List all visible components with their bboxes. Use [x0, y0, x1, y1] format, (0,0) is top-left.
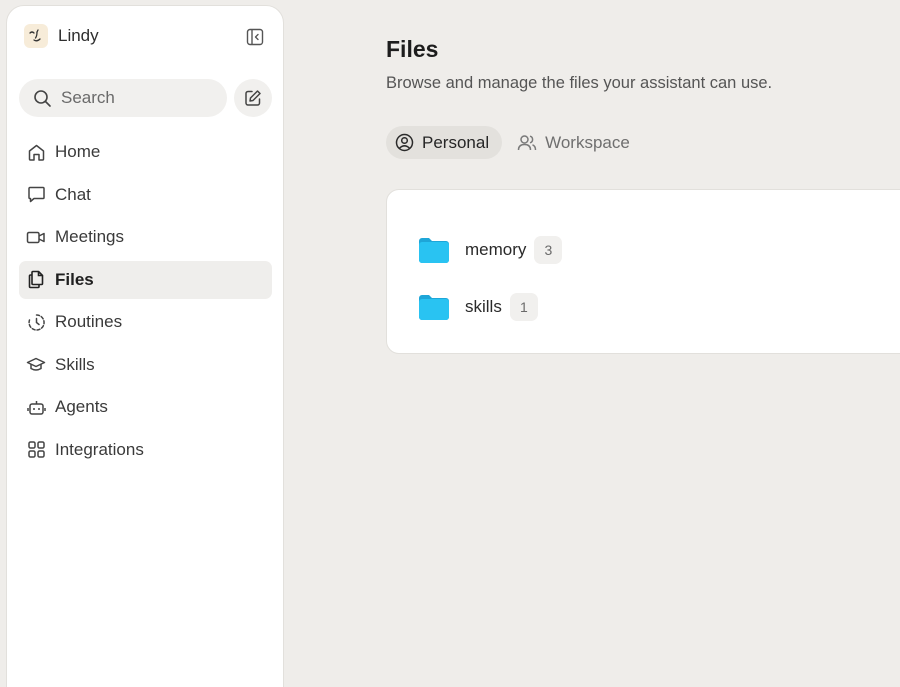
sidebar-item-label: Integrations: [55, 439, 144, 459]
sidebar-collapse-icon: [246, 28, 264, 46]
video-icon: [26, 227, 46, 247]
sidebar-item-meetings[interactable]: Meetings: [19, 218, 272, 256]
folder-row-memory[interactable]: memory 3: [417, 235, 563, 265]
file-count-badge: 1: [509, 293, 538, 321]
routine-icon: [26, 312, 46, 332]
sidebar-item-home[interactable]: Home: [19, 133, 272, 171]
home-icon: [26, 142, 46, 162]
sidebar-nav: Home Chat Meetings Files Routines Skills…: [19, 133, 272, 473]
sidebar-item-label: Meetings: [55, 227, 124, 246]
sidebar-item-agents[interactable]: Agents: [19, 388, 272, 426]
sidebar-item-label: Agents: [55, 397, 108, 416]
robot-icon: [26, 397, 46, 417]
chat-icon: [26, 185, 46, 205]
page-subtitle: Browse and manage the files your assista…: [386, 74, 773, 92]
tab-label: Personal: [422, 132, 490, 152]
file-list: memory 3 skills 1: [386, 189, 900, 354]
sidebar-item-label: Skills: [55, 354, 95, 374]
folder-name: skills: [465, 297, 502, 316]
scope-tabs: Personal Workspace: [386, 126, 643, 159]
sidebar-item-label: Files: [55, 269, 94, 289]
sidebar-item-label: Home: [55, 142, 101, 161]
sidebar-item-integrations[interactable]: Integrations: [19, 431, 272, 469]
folder-name: memory: [465, 240, 527, 259]
compose-icon: [245, 90, 261, 106]
file-count-badge: 3: [534, 236, 563, 264]
folder-icon: [419, 238, 449, 263]
new-chat-button[interactable]: [234, 79, 272, 117]
app-window: Lindy Search Home Chat Meetings Files Ro…: [0, 0, 900, 687]
lindy-logo-icon: [24, 24, 48, 48]
folder-row-skills[interactable]: skills 1: [417, 292, 538, 322]
grid-icon: [26, 440, 46, 460]
users-icon: [517, 135, 537, 151]
search-input[interactable]: Search: [19, 79, 227, 117]
sidebar-item-label: Routines: [55, 312, 123, 331]
brand[interactable]: Lindy: [24, 24, 99, 48]
files-icon: [26, 270, 46, 290]
search-icon: [34, 89, 51, 107]
sidebar: Lindy Search Home Chat Meetings Files Ro…: [6, 5, 284, 687]
sidebar-item-label: Chat: [55, 184, 91, 204]
sidebar-item-files[interactable]: Files: [19, 260, 272, 299]
page-title: Files: [386, 36, 439, 62]
graduation-cap-icon: [26, 355, 46, 375]
tab-workspace[interactable]: Workspace: [508, 126, 643, 159]
folder-icon: [419, 295, 449, 320]
sidebar-item-skills[interactable]: Skills: [19, 346, 272, 384]
sidebar-item-routines[interactable]: Routines: [19, 303, 272, 341]
user-circle-icon: [395, 133, 414, 152]
tab-label: Workspace: [545, 132, 630, 152]
brand-name: Lindy: [58, 26, 99, 45]
collapse-sidebar-button[interactable]: [244, 26, 266, 48]
tab-personal[interactable]: Personal: [386, 126, 503, 159]
search-placeholder: Search: [61, 88, 115, 107]
sidebar-item-chat[interactable]: Chat: [19, 176, 272, 214]
